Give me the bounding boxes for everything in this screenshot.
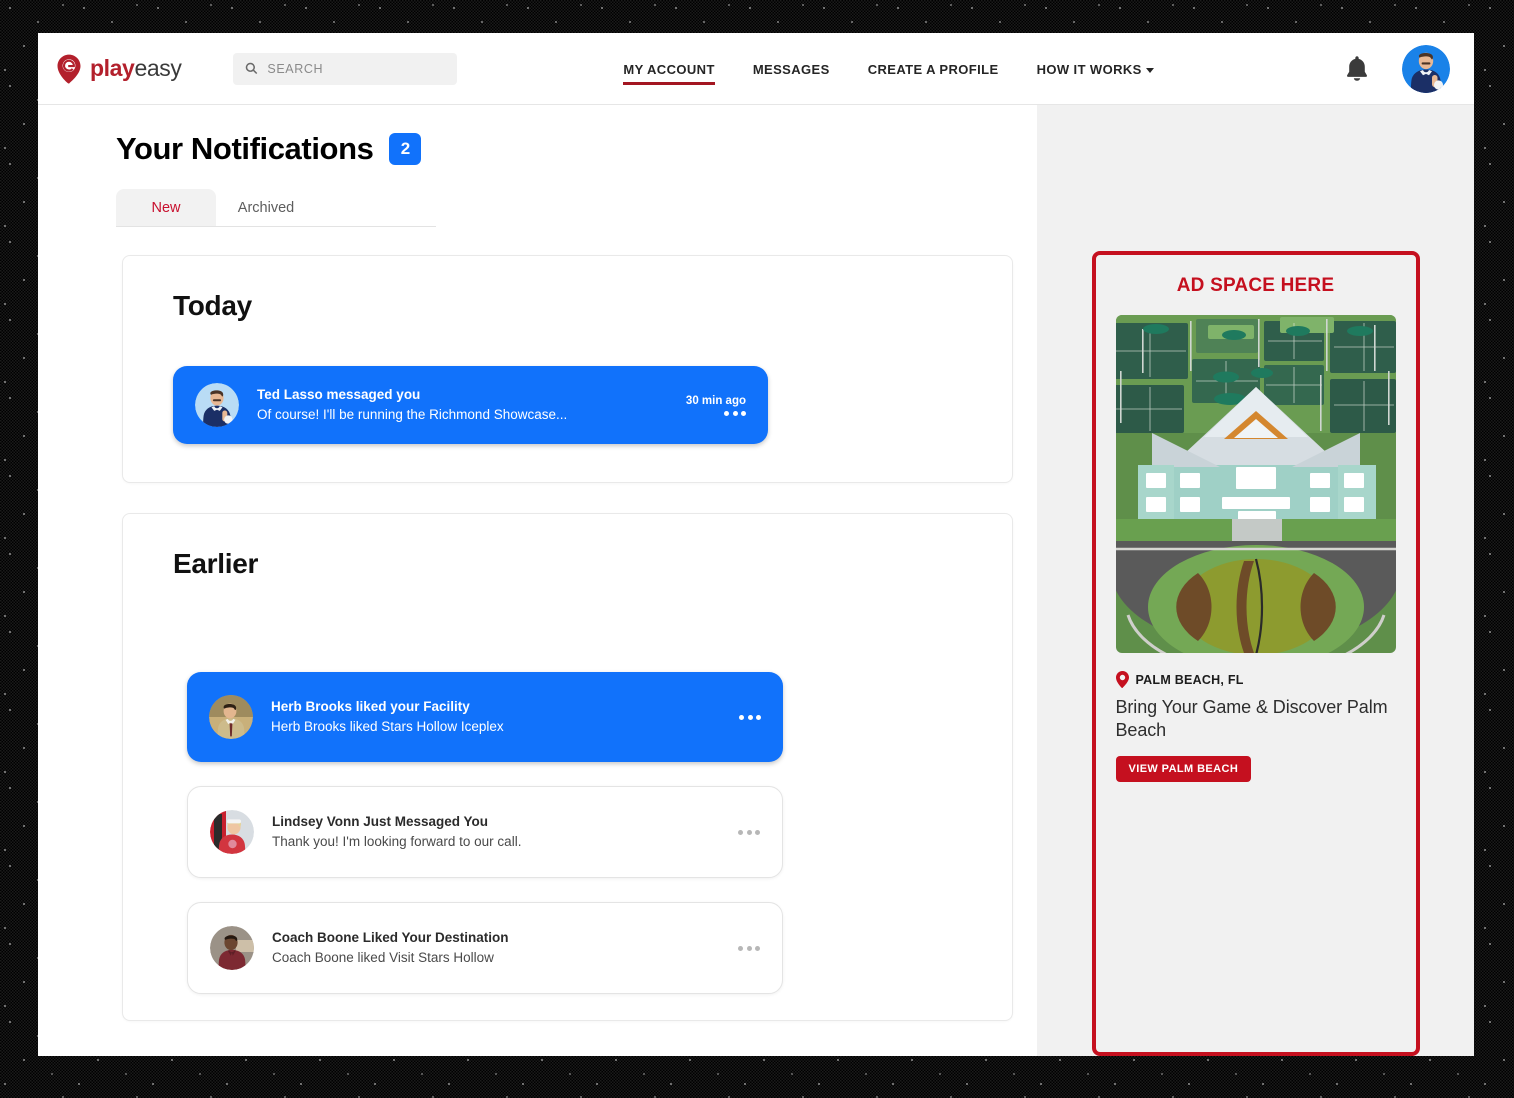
user-avatar[interactable] [1402, 44, 1450, 93]
main-nav: MY ACCOUNT MESSAGES CREATE A PROFILE HOW… [623, 33, 1154, 104]
notification-bell-icon[interactable] [1344, 55, 1370, 83]
nav-item-messages[interactable]: MESSAGES [753, 36, 830, 101]
avatar [209, 695, 253, 739]
section-heading-earlier: Earlier [173, 548, 259, 579]
notification-more-options-icon[interactable] [738, 945, 760, 951]
view-palm-beach-button[interactable]: VIEW PALM BEACH [1115, 756, 1252, 782]
search-icon [245, 62, 258, 75]
ad-image[interactable] [1115, 315, 1396, 653]
playeasy-logo[interactable]: playeasy [56, 54, 182, 84]
section-card-today: Today Ted Lasso messaged you Of course! … [122, 255, 1013, 483]
nav-item-create-a-profile[interactable]: CREATE A PROFILE [868, 36, 999, 101]
notification-title: Herb Brooks liked your Facility [271, 698, 470, 714]
nav-item-how-it-works-label: HOW IT WORKS [1036, 62, 1142, 77]
map-pin-logo-icon [56, 54, 82, 84]
ad-heading: AD SPACE HERE [1176, 275, 1335, 296]
notification-meta [738, 945, 760, 951]
notification-more-options-icon[interactable] [739, 714, 761, 720]
logo-wordmark: playeasy [90, 55, 182, 82]
notification-count-badge: 2 [389, 133, 422, 165]
location-pin-icon [1115, 671, 1129, 689]
app-window: playeasy MY ACCOUNT MESSAGES CREATE A PR… [38, 33, 1474, 1056]
notification-timestamp: 30 min ago [685, 394, 746, 407]
notification-text: Coach Boone Liked Your Destination Coach… [272, 928, 726, 969]
page-title: Your Notifications [116, 131, 374, 166]
notification-subtitle: Thank you! I'm looking forward to our ca… [272, 834, 522, 849]
notification-subtitle: Herb Brooks liked Stars Hollow Iceplex [271, 719, 504, 734]
ad-card: AD SPACE HERE PALM BEACH, FL Bring Your … [1091, 251, 1420, 1056]
avatar [210, 810, 254, 854]
nav-item-how-it-works[interactable]: HOW IT WORKS [1037, 36, 1154, 101]
page-title-row: Your Notifications 2 [38, 131, 1037, 167]
avatar [195, 383, 239, 427]
ad-location-text: PALM BEACH, FL [1135, 672, 1244, 687]
notification-item-lindsey-vonn[interactable]: Lindsey Vonn Just Messaged You Thank you… [187, 786, 783, 878]
notification-meta [738, 829, 760, 835]
header-actions [1344, 44, 1450, 93]
notification-text: Ted Lasso messaged you Of course! I'll b… [257, 385, 674, 426]
search-box[interactable] [233, 52, 458, 85]
notification-meta: 30 min ago [686, 395, 746, 416]
tab-new[interactable]: New [116, 189, 216, 226]
site-header: playeasy MY ACCOUNT MESSAGES CREATE A PR… [38, 33, 1474, 105]
notification-title: Lindsey Vonn Just Messaged You [272, 813, 489, 829]
notification-item-coach-boone[interactable]: Coach Boone Liked Your Destination Coach… [187, 902, 783, 994]
notification-item-herb-brooks[interactable]: Herb Brooks liked your Facility Herb Bro… [187, 672, 783, 762]
tab-archived[interactable]: Archived [216, 189, 316, 226]
section-card-earlier: Earlier Herb Brooks liked your Facility … [122, 513, 1013, 1021]
search-input[interactable] [267, 61, 446, 76]
ad-location: PALM BEACH, FL [1115, 671, 1396, 689]
section-heading-today: Today [173, 290, 252, 321]
notification-item-ted-lasso[interactable]: Ted Lasso messaged you Of course! I'll b… [173, 366, 768, 444]
notification-subtitle: Coach Boone liked Visit Stars Hollow [272, 950, 494, 965]
chevron-down-icon [1145, 68, 1154, 74]
sidebar: AD SPACE HERE PALM BEACH, FL Bring Your … [1037, 105, 1474, 1056]
nav-item-my-account[interactable]: MY ACCOUNT [623, 36, 716, 101]
avatar [210, 926, 254, 970]
ad-title: Bring Your Game & Discover Palm Beach [1115, 697, 1388, 740]
notification-meta [739, 714, 761, 720]
notification-subtitle: Of course! I'll be running the Richmond … [257, 407, 568, 422]
notification-more-options-icon[interactable] [724, 410, 746, 416]
notification-text: Herb Brooks liked your Facility Herb Bro… [271, 697, 727, 738]
earlier-notification-list: Herb Brooks liked your Facility Herb Bro… [173, 672, 982, 994]
notification-text: Lindsey Vonn Just Messaged You Thank you… [272, 812, 726, 853]
logo-word-play: play [90, 55, 135, 81]
notification-title: Ted Lasso messaged you [257, 386, 421, 402]
logo-word-easy: easy [134, 55, 182, 81]
notification-title: Coach Boone Liked Your Destination [272, 929, 509, 945]
notifications-column: Your Notifications 2 New Archived Today [38, 105, 1037, 1056]
page-body: Your Notifications 2 New Archived Today [38, 105, 1474, 1056]
notification-more-options-icon[interactable] [738, 829, 760, 835]
notification-tabs: New Archived [116, 189, 436, 227]
